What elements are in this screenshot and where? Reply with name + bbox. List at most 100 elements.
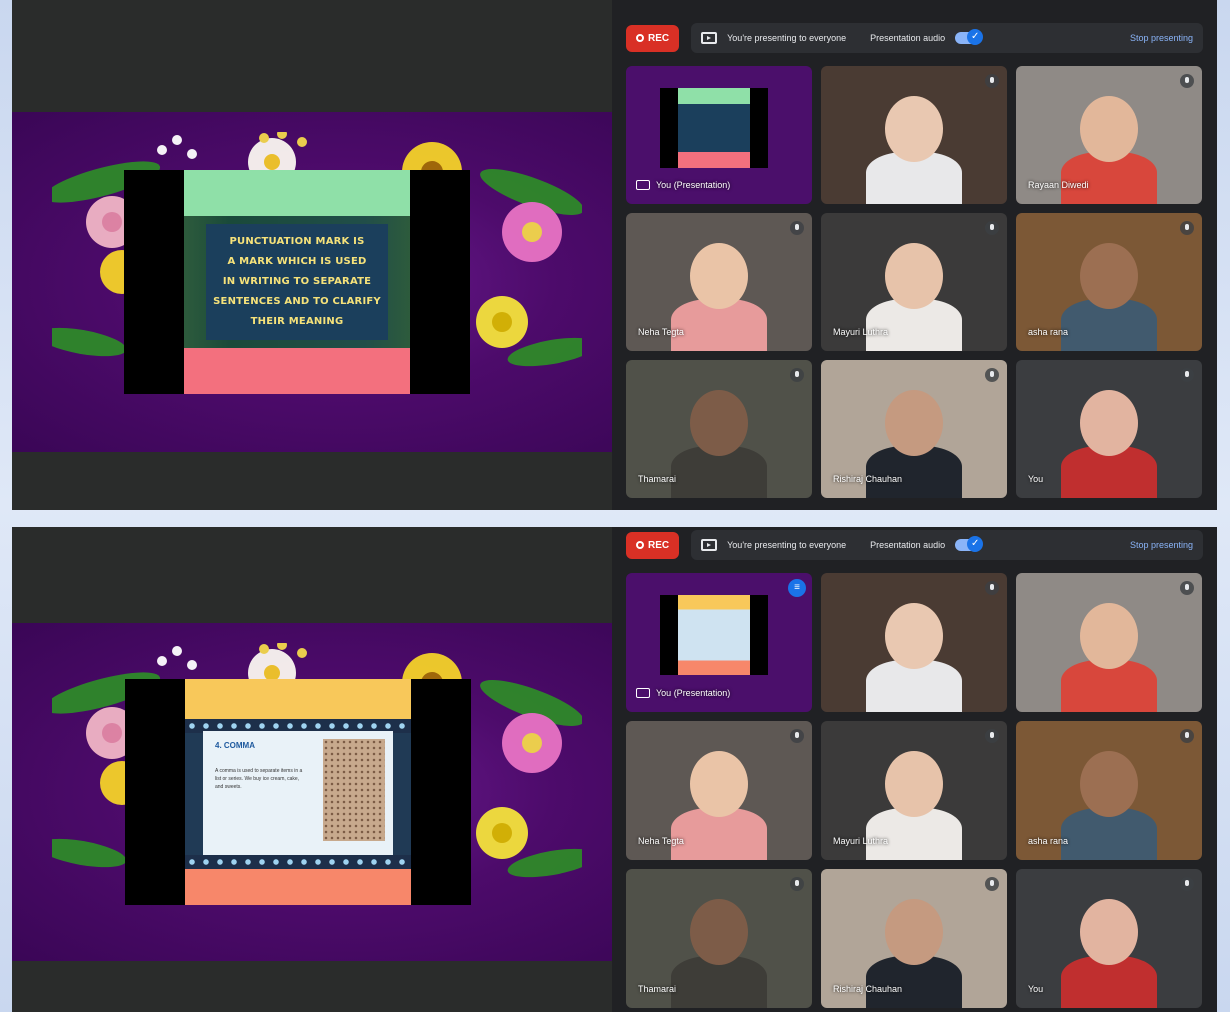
participant-tile[interactable]: Rishiraj Chauhan xyxy=(821,869,1007,1008)
participant-face xyxy=(690,243,748,309)
presentation-audio-label: Presentation audio xyxy=(870,540,946,550)
mic-off-icon xyxy=(1180,729,1194,743)
participant-tile[interactable]: Rishiraj Chauhan xyxy=(821,360,1007,498)
presenting-toolbar: REC You're presenting to everyone Presen… xyxy=(626,527,1203,563)
presentation-stage: PUNCTUATION MARK IS A MARK WHICH IS USED… xyxy=(12,0,612,510)
rec-label: REC xyxy=(648,32,670,44)
participant-face xyxy=(690,899,748,965)
presenting-text: You're presenting to everyone xyxy=(727,33,847,43)
mic-off-icon xyxy=(790,729,804,743)
slide-doc-text: A comma is used to separate items in a l… xyxy=(215,768,303,790)
participant-face xyxy=(885,603,943,669)
slide-quote: PUNCTUATION MARK IS A MARK WHICH IS USED… xyxy=(213,236,381,327)
participant-name: Mayuri Luthra xyxy=(833,836,889,846)
quote-box: PUNCTUATION MARK IS A MARK WHICH IS USED… xyxy=(206,224,388,340)
record-icon xyxy=(636,541,644,549)
presentation-tile[interactable]: ≡ You (Presentation) xyxy=(626,573,812,712)
participant-name: You xyxy=(1028,984,1044,994)
present-screen-icon xyxy=(701,539,718,551)
mic-off-icon xyxy=(1180,221,1194,235)
mic-off-icon xyxy=(985,877,999,891)
presentation-audio-label: Presentation audio xyxy=(870,33,946,43)
mic-off-icon xyxy=(985,581,999,595)
participant-face xyxy=(1080,603,1138,669)
participant-face xyxy=(1080,899,1138,965)
participant-face xyxy=(885,96,943,162)
stop-presenting-button[interactable]: Stop presenting xyxy=(1130,33,1193,43)
recording-badge[interactable]: REC xyxy=(626,24,680,52)
participant-tile[interactable]: Thamarai xyxy=(626,360,812,498)
presenting-bar: You're presenting to everyone Presentati… xyxy=(691,530,1203,560)
mic-off-icon xyxy=(985,74,999,88)
presentation-thumbnail xyxy=(660,88,768,168)
participant-face xyxy=(690,390,748,456)
letterbox-left xyxy=(124,170,184,394)
participant-name: Neha Tegta xyxy=(638,327,684,337)
current-slide: PUNCTUATION MARK IS A MARK WHICH IS USED… xyxy=(124,170,470,394)
participant-face xyxy=(885,243,943,309)
slide-document: 4. COMMA A comma is used to separate ite… xyxy=(203,731,393,857)
participants-panel: REC You're presenting to everyone Presen… xyxy=(612,527,1217,1012)
stop-presenting-button[interactable]: Stop presenting xyxy=(1130,540,1193,550)
participant-tile[interactable]: Neha Tegta xyxy=(626,721,812,860)
presentation-audio-toggle[interactable] xyxy=(955,29,984,45)
presentation-tile[interactable]: You (Presentation) xyxy=(626,66,812,204)
participant-name: Thamarai xyxy=(638,984,677,994)
mic-off-icon xyxy=(1180,368,1194,382)
slide-content: 4. COMMA A comma is used to separate ite… xyxy=(185,679,411,905)
participants-panel: REC You're presenting to everyone Presen… xyxy=(612,0,1217,510)
participant-tile[interactable]: You xyxy=(1016,360,1202,498)
participant-tile[interactable]: Rayaan Diwedi xyxy=(1016,66,1202,204)
participant-tile[interactable]: asha rana xyxy=(1016,721,1202,860)
letterbox-right xyxy=(410,170,470,394)
participant-face xyxy=(885,751,943,817)
slide-background: PUNCTUATION MARK IS A MARK WHICH IS USED… xyxy=(12,112,612,452)
participant-tile[interactable]: Mayuri Luthra xyxy=(821,721,1007,860)
participant-name: Rishiraj Chauhan xyxy=(833,474,903,484)
mic-off-icon xyxy=(1180,74,1194,88)
current-slide: 4. COMMA A comma is used to separate ite… xyxy=(125,679,471,905)
present-screen-icon xyxy=(636,688,650,698)
presentation-audio-toggle[interactable] xyxy=(955,536,984,552)
participant-face xyxy=(885,390,943,456)
mic-off-icon xyxy=(790,877,804,891)
presentation-stage: 4. COMMA A comma is used to separate ite… xyxy=(12,527,612,1012)
slide-doc-image xyxy=(323,739,385,841)
presenting-toolbar: REC You're presenting to everyone Presen… xyxy=(626,20,1203,56)
participant-tile[interactable] xyxy=(821,66,1007,204)
video-grid: You (Presentation) Rayaan Diwedi Neha Tegt… xyxy=(626,66,1204,498)
slide-content: PUNCTUATION MARK IS A MARK WHICH IS USED… xyxy=(184,170,410,394)
participant-name: You xyxy=(1028,474,1044,484)
speaking-indicator-icon: ≡ xyxy=(788,579,806,597)
participant-face xyxy=(1080,390,1138,456)
participant-name: asha rana xyxy=(1028,327,1069,337)
participant-name: You (Presentation) xyxy=(656,688,731,698)
participant-tile[interactable]: asha rana xyxy=(1016,213,1202,351)
record-icon xyxy=(636,34,644,42)
participant-face xyxy=(1080,751,1138,817)
participant-face xyxy=(885,899,943,965)
participant-name: asha rana xyxy=(1028,836,1069,846)
mic-off-icon xyxy=(790,221,804,235)
participant-tile[interactable]: Neha Tegta xyxy=(626,213,812,351)
participant-name: Thamarai xyxy=(638,474,677,484)
present-screen-icon xyxy=(636,180,650,190)
video-grid: ≡ You (Presentation) Neha Tegta Mayuri Luth… xyxy=(626,573,1204,1008)
mic-off-icon xyxy=(985,368,999,382)
present-screen-icon xyxy=(701,32,718,44)
participant-name: Mayuri Luthra xyxy=(833,327,889,337)
mic-off-icon xyxy=(985,221,999,235)
participant-tile[interactable] xyxy=(821,573,1007,712)
participant-tile[interactable]: Mayuri Luthra xyxy=(821,213,1007,351)
presentation-thumbnail xyxy=(660,595,768,675)
letterbox-left xyxy=(125,679,185,905)
participant-face xyxy=(1080,96,1138,162)
participant-face xyxy=(690,751,748,817)
presenting-text: You're presenting to everyone xyxy=(727,540,847,550)
participant-tile[interactable]: You xyxy=(1016,869,1202,1008)
participant-name: Rishiraj Chauhan xyxy=(833,984,903,994)
participant-tile[interactable]: Thamarai xyxy=(626,869,812,1008)
meet-screenshot-2: 4. COMMA A comma is used to separate ite… xyxy=(12,527,1217,1012)
recording-badge[interactable]: REC xyxy=(626,531,680,559)
participant-tile[interactable] xyxy=(1016,573,1202,712)
